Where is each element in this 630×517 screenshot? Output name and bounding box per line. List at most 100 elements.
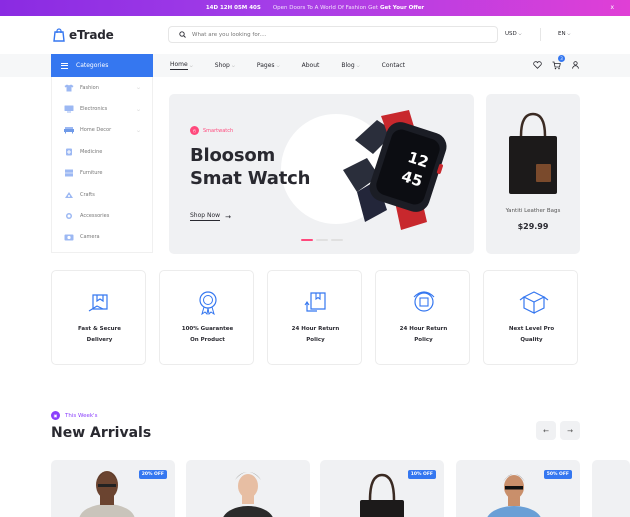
featured-product-card[interactable]: Yantiti Leather Bags $29.99 — [486, 94, 580, 254]
product-card[interactable]: 10% OFF — [320, 460, 444, 517]
slider-dot[interactable] — [316, 239, 328, 241]
user-icon — [571, 61, 579, 69]
discount-badge: 10% OFF — [407, 470, 436, 479]
categories-sidebar: Fashion ⌵ Electronics ⌵ Home Decor ⌵ Med… — [51, 77, 153, 253]
main-nav: Home ⌵ Shop ⌵ Pages ⌵ About Blog ⌵ Contact — [170, 54, 427, 77]
language-select[interactable]: EN ⌵ — [558, 31, 570, 37]
currency-value: USD — [505, 31, 517, 37]
medicine-icon — [66, 148, 72, 156]
hero-slider: ◴ Smartwatch Bloosom Smat Watch Shop Now… — [169, 94, 474, 254]
feature-text: Next Level Pro Quality — [484, 324, 579, 346]
next-arrow-button[interactable]: → — [560, 421, 580, 440]
nav-item-contact[interactable]: Contact — [382, 62, 405, 69]
chevron-down-icon: ⌵ — [136, 85, 140, 91]
nav-item-shop[interactable]: Shop ⌵ — [215, 62, 235, 69]
categories-label: Categories — [76, 62, 109, 69]
heart-icon — [532, 61, 542, 69]
logo-text: eTrade — [69, 28, 114, 42]
feature-text: Fast & Secure Delivery — [52, 324, 147, 346]
categories-button[interactable]: Categories — [51, 54, 153, 77]
feature-text: 100% Guarantee On Product — [160, 324, 255, 346]
get-offer-link[interactable]: Get Your Offer — [380, 5, 424, 11]
feature-line1: Fast & Secure — [78, 326, 121, 332]
shopping-bag-logo-icon — [53, 28, 65, 42]
nav-item-pages[interactable]: Pages ⌵ — [257, 62, 280, 69]
crafts-icon — [65, 191, 73, 198]
sidebar-item-label: Crafts — [80, 191, 95, 198]
cart-button[interactable]: 3 — [549, 55, 565, 72]
feature-card-guarantee: 100% Guarantee On Product — [159, 270, 254, 365]
product-card-partial[interactable] — [592, 460, 630, 517]
feature-line2: Policy — [414, 337, 433, 343]
sidebar-item-home-decor[interactable]: Home Decor ⌵ — [52, 120, 152, 141]
currency-select[interactable]: USD ⌵ — [505, 31, 522, 37]
sidebar-item-accessories[interactable]: Accessories — [52, 205, 152, 226]
nav-label: Blog — [341, 62, 355, 69]
chevron-down-icon: ⌵ — [231, 63, 235, 68]
product-card[interactable]: 20% OFF — [51, 460, 175, 517]
sidebar-item-furniture[interactable]: Furniture — [52, 163, 152, 184]
sidebar-item-label: Camera — [80, 234, 100, 241]
guarantee-badge-icon — [199, 291, 217, 315]
chevron-down-icon: ⌵ — [567, 31, 571, 36]
chevron-down-icon: ⌵ — [276, 63, 280, 68]
product-image — [360, 473, 404, 517]
sidebar-item-label: Electronics — [80, 106, 108, 113]
product-price: $29.99 — [517, 222, 549, 231]
wishlist-button[interactable] — [530, 58, 544, 72]
sidebar-item-camera[interactable]: Camera — [52, 227, 152, 248]
feature-line1: 24 Hour Return — [399, 326, 448, 332]
nav-label: Shop — [214, 62, 230, 69]
nav-label: Home — [170, 61, 188, 70]
cart-icon — [552, 61, 561, 69]
nav-item-blog[interactable]: Blog ⌵ — [341, 62, 359, 69]
account-button[interactable] — [568, 58, 582, 72]
shop-now-label: Shop Now — [190, 212, 221, 221]
chevron-down-icon: ⌵ — [356, 63, 360, 68]
nav-item-about[interactable]: About — [302, 62, 320, 69]
promo-bar: 14D 12H 05M 40S Open Doors To A World Of… — [0, 0, 630, 16]
prev-arrow-button[interactable]: ← — [536, 421, 556, 440]
product-card[interactable]: 50% OFF — [456, 460, 580, 517]
feature-line2: Delivery — [86, 337, 113, 343]
slider-dot[interactable] — [331, 239, 343, 241]
watch-icon: ◴ — [190, 126, 199, 135]
product-card[interactable] — [186, 460, 310, 517]
shop-now-link[interactable]: Shop Now → — [190, 212, 231, 221]
discount-badge: 50% OFF — [543, 470, 572, 479]
furniture-icon — [65, 169, 73, 177]
nav-item-home[interactable]: Home ⌵ — [170, 61, 193, 70]
sidebar-item-electronics[interactable]: Electronics ⌵ — [52, 98, 152, 119]
sidebar-item-label: Accessories — [80, 213, 110, 220]
discount-badge: 20% OFF — [138, 470, 167, 479]
sofa-icon — [64, 127, 74, 134]
logo[interactable]: eTrade — [52, 28, 114, 42]
chevron-down-icon: ⌵ — [136, 127, 140, 133]
accessories-icon — [66, 213, 72, 220]
product-image — [487, 474, 541, 517]
feature-text: 24 Hour Return Policy — [376, 324, 471, 346]
chevron-down-icon: ⌵ — [136, 106, 140, 112]
chevron-down-icon: ⌵ — [189, 63, 193, 68]
product-name: Yantiti Leather Bags — [505, 208, 561, 214]
sidebar-item-crafts[interactable]: Crafts — [52, 184, 152, 205]
language-value: EN — [558, 31, 566, 37]
close-icon[interactable]: x — [610, 4, 614, 11]
sidebar-item-label: Furniture — [80, 170, 103, 177]
product-image — [223, 472, 273, 517]
product-image — [79, 471, 135, 517]
feature-card-delivery: Fast & Secure Delivery — [51, 270, 146, 365]
search-bar[interactable] — [168, 26, 498, 43]
sidebar-item-fashion[interactable]: Fashion ⌵ — [52, 77, 152, 98]
shirt-icon — [64, 84, 74, 92]
search-input[interactable] — [192, 31, 472, 38]
menu-icon — [61, 61, 68, 70]
eyebrow-label: This Week's — [65, 412, 98, 419]
sidebar-item-medicine[interactable]: Medicine — [52, 141, 152, 162]
feature-line2: On Product — [190, 337, 225, 343]
feature-card-support: 24 Hour Return Policy — [375, 270, 470, 365]
slider-dot-active[interactable] — [301, 239, 313, 241]
delivery-box-icon — [88, 294, 108, 312]
chevron-down-icon: ⌵ — [518, 31, 522, 36]
feature-line2: Quality — [520, 337, 543, 343]
